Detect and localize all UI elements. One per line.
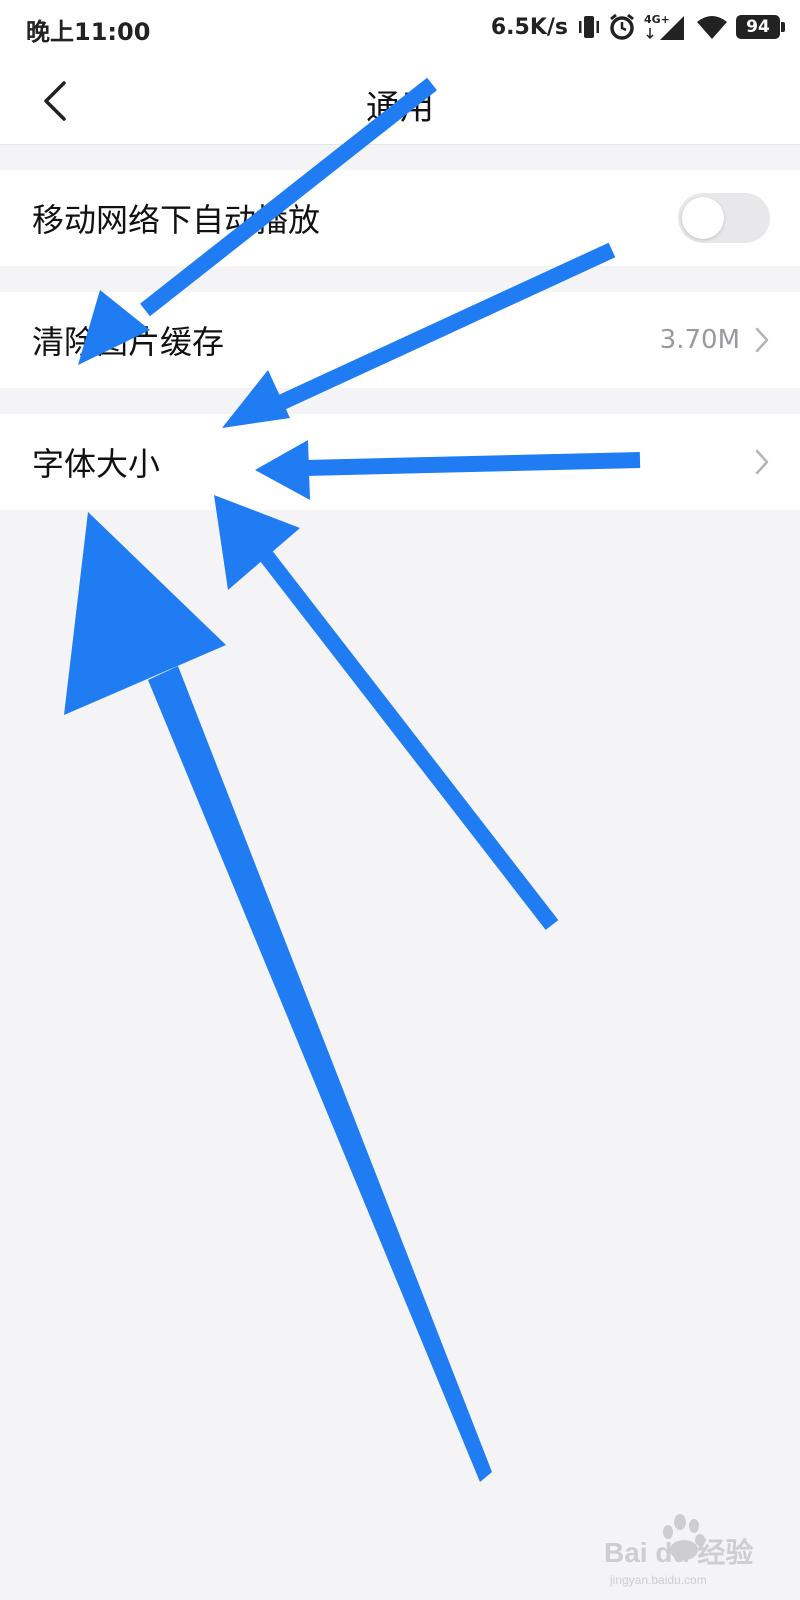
autoplay-toggle[interactable] (678, 193, 770, 243)
clear-cache-label: 清除图片缓存 (32, 323, 225, 361)
cache-size-value: 3.70M (659, 325, 740, 355)
annotation-arrow-5 (64, 512, 492, 1482)
vibrate-icon (578, 13, 600, 41)
network-speed: 6.5K/s (490, 14, 568, 40)
autoplay-setting-row: 移动网络下自动播放 (0, 170, 800, 266)
page-title: 通用 (366, 88, 434, 128)
battery-icon: 94 (736, 15, 785, 39)
settings-screen: 晚上11:00 6.5K/s 4G+ 94 通用 移动网络下自动播放 清除图片缓… (0, 0, 800, 1600)
chevron-right-icon (755, 449, 769, 475)
autoplay-label: 移动网络下自动播放 (32, 201, 321, 239)
alarm-icon (608, 13, 636, 41)
font-size-label: 字体大小 (32, 445, 161, 483)
network-type-label: 4G+ (644, 13, 670, 26)
watermark-text: Bai du 经验 (604, 1536, 753, 1568)
status-bar: 晚上11:00 6.5K/s 4G+ 94 (0, 0, 800, 58)
back-button[interactable] (30, 76, 80, 126)
annotation-arrow-4 (214, 495, 559, 930)
font-size-row[interactable]: 字体大小 (0, 414, 800, 510)
battery-level: 94 (746, 17, 770, 37)
status-time: 晚上11:00 (26, 18, 151, 46)
watermark-url: jingyan.baidu.com (609, 1573, 707, 1587)
chevron-right-icon (755, 327, 769, 353)
signal-4g-icon: 4G+ (644, 13, 688, 41)
status-icons: 6.5K/s 4G+ 94 (490, 10, 785, 44)
toggle-knob (682, 197, 724, 239)
baidu-watermark-logo: Bai du 经验 jingyan.baidu.com (604, 1514, 753, 1587)
title-bar: 通用 (0, 58, 800, 145)
clear-cache-row[interactable]: 清除图片缓存 3.70M (0, 292, 800, 388)
wifi-icon (696, 13, 728, 41)
back-chevron-icon (44, 81, 66, 121)
